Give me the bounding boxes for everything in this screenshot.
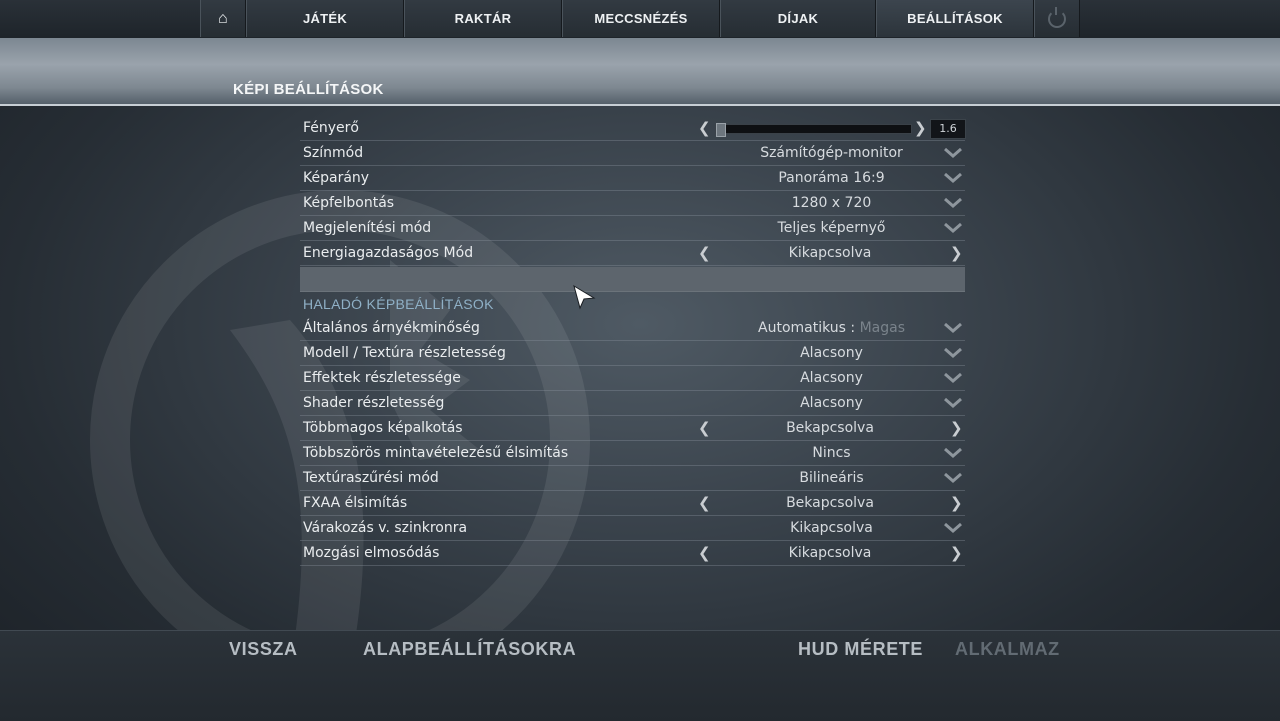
hovered-row[interactable] [300,267,965,292]
nav-tab-inventory[interactable]: RAKTÁR [404,0,562,37]
reset-defaults-button[interactable]: ALAPBEÁLLÍTÁSOKRA [363,639,576,660]
chevron-down-icon[interactable] [944,171,962,183]
setting-value: Panoráma 16:9 [778,170,885,186]
slider-left-arrow-icon[interactable]: ❮ [698,119,711,137]
top-nav: ⌂ JÁTÉK RAKTÁR MECCSNÉZÉS DÍJAK BEÁLLÍTÁ… [0,0,1280,39]
setting-value: Bekapcsolva [786,420,874,436]
nav-tab-watch[interactable]: MECCSNÉZÉS [562,0,720,37]
chevron-down-icon[interactable] [944,321,962,333]
setting-label: Megjelenítési mód [303,220,432,236]
home-icon: ⌂ [218,9,228,27]
setting-label: Textúraszűrési mód [303,470,439,486]
setting-row-display-mode[interactable]: Megjelenítési mód Teljes képernyő [300,216,965,241]
chevron-right-icon[interactable]: ❯ [950,419,963,437]
setting-row-vsync[interactable]: Várakozás v. szinkronra Kikapcsolva [300,516,965,541]
setting-row-msaa[interactable]: Többszörös mintavételezésű élsimítás Nin… [300,441,965,466]
setting-label: Többszörös mintavételezésű élsimítás [303,445,569,461]
settings-panel: Fényerő ❮ ❯ 1.6 Színmód Számítógép-monit… [300,116,966,566]
nav-tab-settings[interactable]: BEÁLLÍTÁSOK [876,0,1034,37]
setting-value: Nincs [812,445,851,461]
chevron-down-icon[interactable] [944,471,962,483]
setting-value: Alacsony [800,345,863,361]
setting-row-shadow-quality[interactable]: Általános árnyékminőség Automatikus : Ma… [300,316,965,341]
setting-value: Automatikus : Magas [700,320,963,336]
setting-value: Bekapcsolva [786,495,874,511]
mouse-cursor-icon [573,284,596,310]
setting-label: Képfelbontás [303,195,395,211]
setting-label: FXAA élsimítás [303,495,408,511]
setting-row-power-saving: Energiagazdaságos Mód ❮ Kikapcsolva ❯ [300,241,965,266]
setting-label: Fényerő [303,120,359,136]
setting-row-color-mode[interactable]: Színmód Számítógép-monitor [300,141,965,166]
brightness-value: 1.6 [930,119,966,139]
power-icon [1048,6,1066,28]
chevron-down-icon[interactable] [944,371,962,383]
setting-row-brightness: Fényerő ❮ ❯ 1.6 [300,116,966,141]
slider-right-arrow-icon[interactable]: ❯ [914,119,927,137]
setting-row-effects[interactable]: Effektek részletessége Alacsony [300,366,965,391]
setting-label: Energiagazdaságos Mód [303,245,474,261]
setting-label: Általános árnyékminőség [303,320,480,336]
setting-value: 1280 x 720 [791,195,872,211]
setting-label: Színmód [303,145,364,161]
chevron-down-icon[interactable] [944,146,962,158]
back-button[interactable]: VISSZA [229,639,298,660]
chevron-down-icon[interactable] [944,396,962,408]
hud-size-button[interactable]: HUD MÉRETE [798,639,923,660]
nav-tab-awards[interactable]: DÍJAK [720,0,876,37]
setting-row-aspect-ratio[interactable]: Képarány Panoráma 16:9 [300,166,965,191]
chevron-down-icon[interactable] [944,196,962,208]
brightness-slider[interactable] [715,123,912,137]
setting-row-fxaa: FXAA élsimítás ❮ Bekapcsolva ❯ [300,491,965,516]
slider-thumb[interactable] [716,123,726,137]
nav-tab-game[interactable]: JÁTÉK [246,0,404,37]
setting-label: Képarány [303,170,370,186]
setting-label: Shader részletesség [303,395,445,411]
setting-value: Kikapcsolva [788,245,872,261]
setting-value: Teljes képernyő [777,220,886,236]
setting-value: Kikapcsolva [790,520,873,536]
setting-row-motion-blur: Mozgási elmosódás ❮ Kikapcsolva ❯ [300,541,965,566]
header-banner: KÉPI BEÁLLÍTÁSOK [0,38,1280,106]
chevron-down-icon[interactable] [944,521,962,533]
power-button[interactable] [1034,0,1080,37]
setting-row-resolution[interactable]: Képfelbontás 1280 x 720 [300,191,965,216]
setting-row-texture-filter[interactable]: Textúraszűrési mód Bilineáris [300,466,965,491]
chevron-right-icon[interactable]: ❯ [950,494,963,512]
setting-value: Alacsony [800,370,863,386]
chevron-right-icon[interactable]: ❯ [950,244,963,262]
apply-button[interactable]: ALKALMAZ [955,639,1060,660]
setting-value-prefix: Automatikus : [758,320,856,336]
page-title: KÉPI BEÁLLÍTÁSOK [233,81,384,98]
setting-row-multicore: Többmagos képalkotás ❮ Bekapcsolva ❯ [300,416,965,441]
setting-value: Számítógép-monitor [760,145,903,161]
setting-value: Bilineáris [799,470,864,486]
section-title-advanced: HALADÓ KÉPBEÁLLÍTÁSOK [303,296,494,312]
setting-label: Többmagos képalkotás [303,420,463,436]
setting-value-dim: Magas [859,320,905,336]
setting-row-shader[interactable]: Shader részletesség Alacsony [300,391,965,416]
setting-label: Mozgási elmosódás [303,545,440,561]
setting-value: Alacsony [800,395,863,411]
chevron-down-icon[interactable] [944,446,962,458]
chevron-down-icon[interactable] [944,221,962,233]
setting-label: Effektek részletessége [303,370,461,386]
bottom-action-bar: VISSZA ALAPBEÁLLÍTÁSOKRA HUD MÉRETE ALKA… [0,630,1280,721]
chevron-down-icon[interactable] [944,346,962,358]
chevron-right-icon[interactable]: ❯ [950,544,963,562]
home-button[interactable]: ⌂ [200,0,246,37]
setting-label: Várakozás v. szinkronra [303,520,468,536]
setting-label: Modell / Textúra részletesség [303,345,506,361]
setting-row-model-texture[interactable]: Modell / Textúra részletesség Alacsony [300,341,965,366]
setting-value: Kikapcsolva [788,545,872,561]
